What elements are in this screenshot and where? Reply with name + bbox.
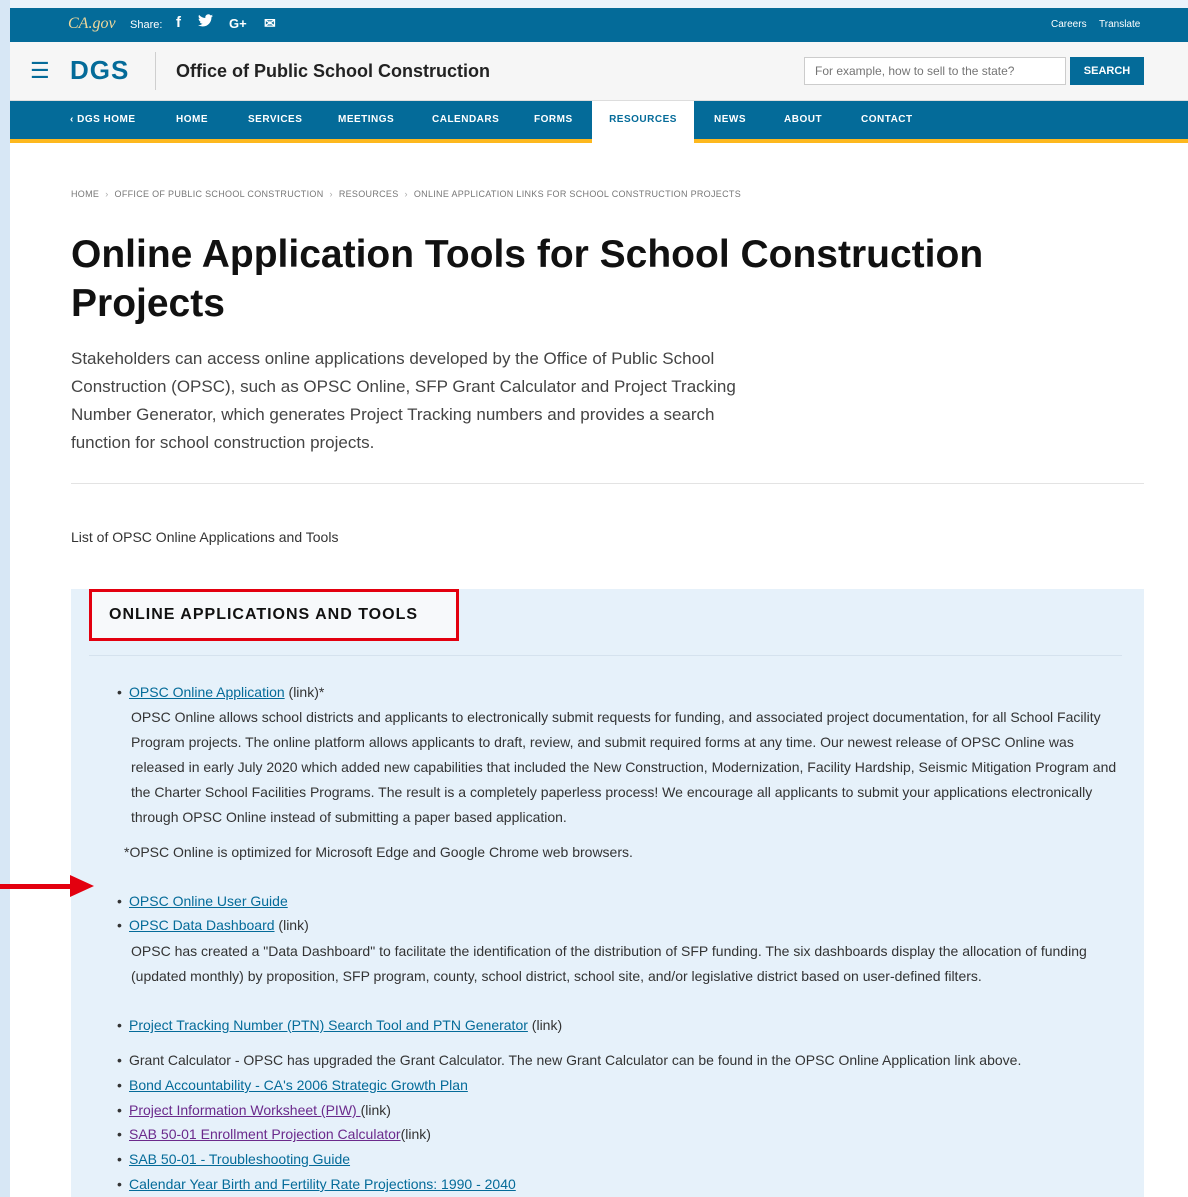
list-item: • OPSC Online Application (link)* <box>117 680 325 705</box>
list-item: • Calendar Year Birth and Fertility Rate … <box>117 1172 516 1197</box>
breadcrumb: HOME › OFFICE OF PUBLIC SCHOOL CONSTRUCTIO… <box>71 189 741 199</box>
birth-fertility-projections-link[interactable]: Calendar Year Birth and Fertility Rate P… <box>129 1176 516 1192</box>
list-item: • OPSC Online User Guide <box>117 889 288 914</box>
translate-link[interactable]: Translate <box>1099 19 1140 30</box>
bond-accountability-link[interactable]: Bond Accountability - CA's 2006 Strategi… <box>129 1077 468 1093</box>
grant-calculator-text: Grant Calculator - OPSC has upgraded the… <box>129 1052 1022 1068</box>
nav-dgs-home[interactable]: ‹ DGS HOME <box>70 101 136 139</box>
list-item: • Project Tracking Number (PTN) Search To… <box>117 1013 563 1038</box>
page-title: Online Application Tools for School Cons… <box>71 233 984 325</box>
link-suffix: (link)* <box>284 684 325 700</box>
bullet: • <box>117 1126 122 1142</box>
nav-meetings[interactable]: MEETINGS <box>338 101 394 139</box>
left-edge-strip <box>0 0 10 1197</box>
breadcrumb-separator: › <box>329 189 333 199</box>
header-divider <box>155 52 156 90</box>
nav-news[interactable]: NEWS <box>714 101 746 139</box>
nav-resources[interactable]: RESOURCES <box>592 101 694 143</box>
intro-text: Stakeholders can access online applicati… <box>71 349 736 452</box>
nav-about[interactable]: ABOUT <box>784 101 822 139</box>
red-arrow-annotation <box>0 884 72 889</box>
careers-link[interactable]: Careers <box>1051 19 1087 30</box>
site-header: ☰ DGS Office of Public School Constructi… <box>10 42 1188 101</box>
section-divider <box>71 483 1144 484</box>
bullet: • <box>117 893 122 909</box>
breadcrumb-separator: › <box>404 189 408 199</box>
facebook-icon[interactable]: f <box>176 14 181 31</box>
nav-contact[interactable]: CONTACT <box>861 101 913 139</box>
ca-gov-logo[interactable]: CA.gov <box>68 15 116 33</box>
bullet: • <box>117 1151 122 1167</box>
link-suffix: (link) <box>274 917 309 933</box>
twitter-icon[interactable] <box>198 14 213 31</box>
link-suffix: (link) <box>400 1126 431 1142</box>
bullet: • <box>117 917 122 933</box>
breadcrumb-separator: › <box>105 189 109 199</box>
share-label: Share: <box>130 19 163 31</box>
browser-note: *OPSC Online is optimized for Microsoft … <box>124 844 633 860</box>
sab-troubleshooting-guide-link[interactable]: SAB 50-01 - Troubleshooting Guide <box>129 1151 350 1167</box>
bullet: • <box>117 1077 122 1093</box>
piw-link[interactable]: Project Information Worksheet (PIW) <box>129 1102 361 1118</box>
breadcrumb-opsc[interactable]: OFFICE OF PUBLIC SCHOOL CONSTRUCTION <box>115 189 324 199</box>
search-button[interactable]: SEARCH <box>1070 57 1144 85</box>
panel-heading: ONLINE APPLICATIONS AND TOOLS <box>89 589 459 641</box>
hamburger-menu-icon[interactable]: ☰ <box>30 58 50 84</box>
red-arrow-head <box>70 875 94 897</box>
list-label: List of OPSC Online Applications and Too… <box>71 529 339 545</box>
dgs-logo[interactable]: DGS <box>70 55 129 86</box>
nav-home[interactable]: HOME <box>176 101 208 139</box>
list-item: • Grant Calculator - OPSC has upgraded th… <box>117 1048 1022 1073</box>
applications-panel: ONLINE APPLICATIONS AND TOOLS • OPSC Onli… <box>71 589 1144 1197</box>
opsc-data-dashboard-link[interactable]: OPSC Data Dashboard <box>129 917 275 933</box>
list-item: • OPSC Data Dashboard (link) <box>117 913 309 938</box>
utility-bar: CA.gov Share: f G+ ✉ Careers Translate <box>10 8 1188 42</box>
opsc-online-application-link[interactable]: OPSC Online Application <box>129 684 285 700</box>
bullet: • <box>117 1102 122 1118</box>
email-icon[interactable]: ✉ <box>264 15 276 32</box>
bullet: • <box>117 1017 122 1033</box>
breadcrumb-home[interactable]: HOME <box>71 189 99 199</box>
bullet: • <box>117 1176 122 1192</box>
panel-divider <box>89 655 1122 656</box>
bullet: • <box>117 684 122 700</box>
search-input[interactable] <box>804 57 1066 85</box>
main-nav: ‹ DGS HOME HOME SERVICES MEETINGS CALEND… <box>10 101 1188 143</box>
list-item: • SAB 50-01 Enrollment Projection Calcula… <box>117 1122 431 1147</box>
breadcrumb-current: ONLINE APPLICATION LINKS FOR SCHOOL CONS… <box>413 189 741 199</box>
page: CA.gov Share: f G+ ✉ Careers Translate ☰… <box>10 8 1188 1197</box>
nav-forms[interactable]: FORMS <box>534 101 573 139</box>
list-item: • Project Information Worksheet (PIW) (li… <box>117 1098 391 1123</box>
link-suffix: (link) <box>360 1102 391 1118</box>
nav-services[interactable]: SERVICES <box>248 101 302 139</box>
sab-enrollment-calculator-link[interactable]: SAB 50-01 Enrollment Projection Calculat… <box>129 1126 401 1142</box>
dashboard-description: OPSC has created a "Data Dashboard" to f… <box>131 943 1087 984</box>
list-item: • SAB 50-01 - Troubleshooting Guide <box>117 1147 350 1172</box>
list-item: • Bond Accountability - CA's 2006 Strateg… <box>117 1073 468 1098</box>
link-suffix: (link) <box>527 1017 563 1033</box>
google-plus-icon[interactable]: G+ <box>229 16 247 31</box>
opsc-user-guide-link[interactable]: OPSC Online User Guide <box>129 893 288 909</box>
site-title[interactable]: Office of Public School Construction <box>176 61 490 82</box>
bullet: • <box>117 1052 122 1068</box>
opsc-online-description: OPSC Online allows school districts and … <box>131 709 1117 825</box>
nav-calendars[interactable]: CALENDARS <box>432 101 499 139</box>
breadcrumb-resources[interactable]: RESOURCES <box>339 189 399 199</box>
ptn-search-tool-link[interactable]: Project Tracking Number (PTN) Search Too… <box>129 1017 528 1033</box>
